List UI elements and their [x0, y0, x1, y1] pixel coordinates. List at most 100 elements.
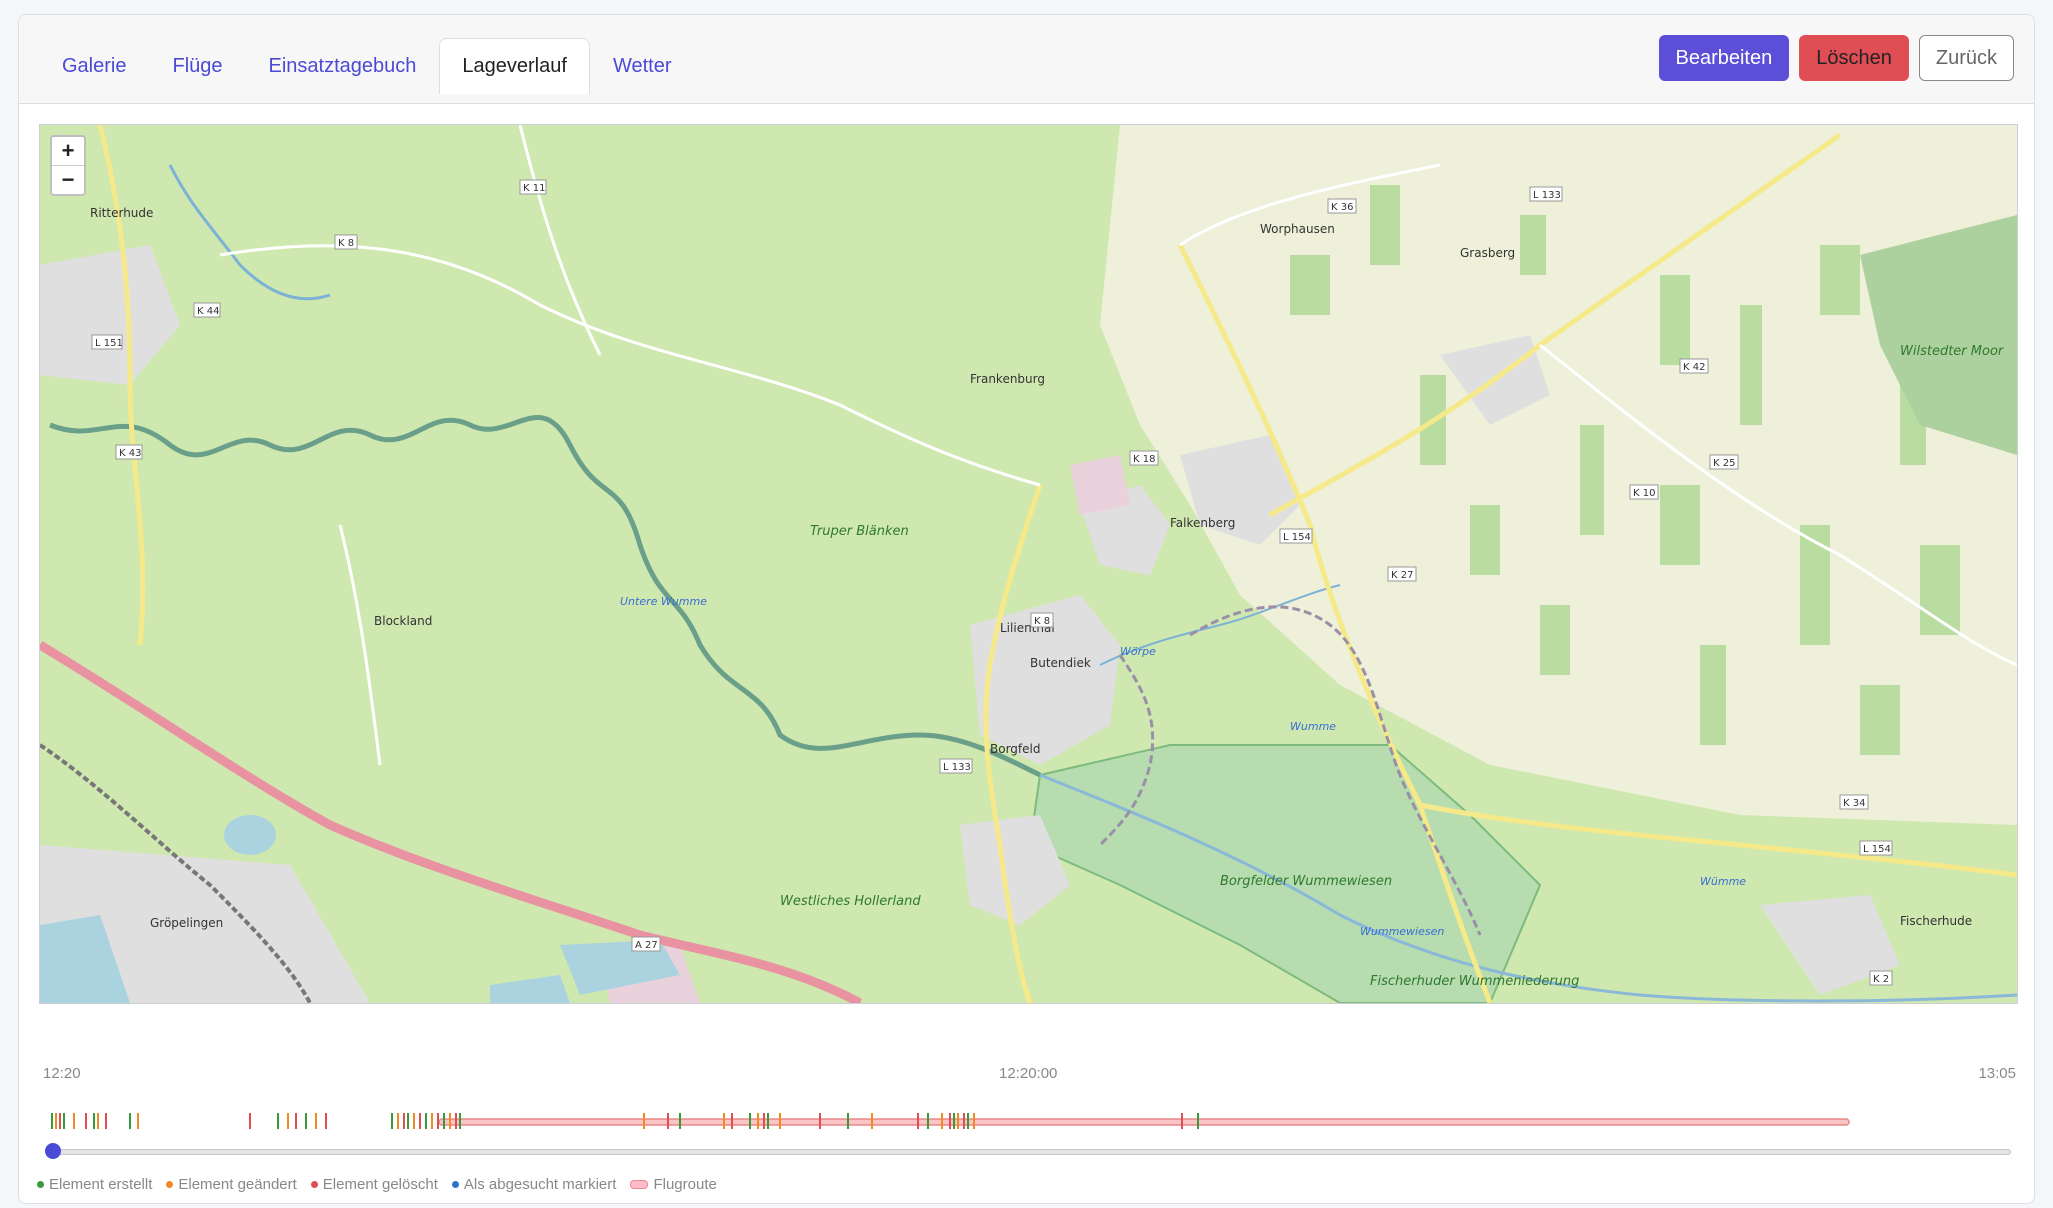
timeline-event-tick: [779, 1113, 781, 1129]
timeline-event-tick: [1197, 1113, 1199, 1129]
timeline-event-tick: [927, 1113, 929, 1129]
water-label: Wörpe: [1120, 645, 1156, 658]
timeline-event-tick: [757, 1113, 759, 1129]
timeline-event-tick: [407, 1113, 409, 1129]
timeline-event-tick: [97, 1113, 99, 1129]
orange-dot-icon: [166, 1181, 174, 1188]
area-label: Fischerhuder Wummeniederung: [1370, 974, 1579, 989]
water-label: Wumme: [1290, 720, 1336, 733]
timeline-slider[interactable]: [45, 1143, 2011, 1159]
timeline-event-tick: [917, 1113, 919, 1129]
red-dot-icon: [310, 1181, 318, 1188]
timeline-event-tick: [973, 1113, 975, 1129]
edit-button[interactable]: Bearbeiten: [1658, 35, 1790, 81]
timeline-event-tick: [767, 1113, 769, 1129]
svg-text:L 133: L 133: [943, 762, 971, 773]
timeline-event-tick: [249, 1113, 251, 1129]
place-label: Blockland: [374, 614, 432, 628]
green-dot-icon: [37, 1181, 44, 1188]
zoom-control: + −: [50, 135, 86, 196]
timeline-event-tick: [391, 1113, 393, 1129]
svg-text:L 154: L 154: [1863, 844, 1891, 855]
tab-galerie[interactable]: Galerie: [39, 38, 149, 93]
place-label: Ritterhude: [90, 206, 153, 220]
area-label: Truper Blänken: [810, 524, 909, 539]
legend: Element erstellt Element geändert Elemen…: [37, 1176, 717, 1193]
water-label: Wummewiesen: [1360, 925, 1444, 938]
timeline-event-tick: [437, 1113, 439, 1129]
action-buttons: Bearbeiten Löschen Zurück: [1658, 35, 2014, 81]
timeline-event-tick: [949, 1113, 951, 1129]
timeline-event-tick: [967, 1113, 969, 1129]
svg-text:K 36: K 36: [1331, 202, 1353, 213]
timeline-events: [51, 1113, 1850, 1129]
map-view[interactable]: + − Ritterhude Worphausen Grasberg Frank…: [39, 124, 2018, 1004]
timeline-event-tick: [325, 1113, 327, 1129]
timeline-event-tick: [51, 1113, 53, 1129]
timeline-event-tick: [731, 1113, 733, 1129]
timeline-event-tick: [55, 1113, 57, 1129]
timeline-event-tick: [85, 1113, 87, 1129]
timeline-end-label: 13:05: [1978, 1065, 2016, 1082]
svg-text:K 27: K 27: [1391, 570, 1413, 581]
timeline-event-tick: [749, 1113, 751, 1129]
timeline-event-tick: [419, 1113, 421, 1129]
svg-text:K 2: K 2: [1873, 974, 1889, 985]
tab-wetter[interactable]: Wetter: [590, 38, 695, 93]
water-label: Untere Wumme: [620, 595, 707, 608]
zoom-out-button[interactable]: −: [52, 165, 84, 194]
timeline: 12:20 12:20:00 13:05: [39, 1065, 2016, 1165]
svg-text:K 18: K 18: [1133, 454, 1155, 465]
legend-item-flight-route: Flugroute: [630, 1176, 717, 1193]
timeline-event-tick: [59, 1113, 61, 1129]
timeline-event-tick: [763, 1113, 765, 1129]
back-button[interactable]: Zurück: [1918, 35, 2014, 81]
svg-text:K 8: K 8: [1034, 616, 1050, 627]
timeline-event-tick: [73, 1113, 75, 1129]
timeline-event-tick: [941, 1113, 943, 1129]
timeline-event-tick: [871, 1113, 873, 1129]
svg-text:L 151: L 151: [95, 338, 123, 349]
blue-dot-icon: [451, 1181, 459, 1188]
svg-text:K 25: K 25: [1713, 458, 1735, 469]
timeline-event-tick: [679, 1113, 681, 1129]
delete-button[interactable]: Löschen: [1799, 35, 1909, 81]
timeline-event-tick: [277, 1113, 279, 1129]
svg-text:K 43: K 43: [119, 448, 141, 459]
place-label: Fischerhude: [1900, 914, 1972, 928]
timeline-event-tick: [953, 1113, 955, 1129]
svg-text:K 34: K 34: [1843, 798, 1865, 809]
svg-text:K 44: K 44: [197, 306, 219, 317]
timeline-event-tick: [105, 1113, 107, 1129]
place-label: Butendiek: [1030, 656, 1091, 670]
timeline-event-tick: [137, 1113, 139, 1129]
timeline-event-tick: [403, 1113, 405, 1129]
timeline-event-tick: [129, 1113, 131, 1129]
tab-bar: Galerie Flüge Einsatztagebuch Lageverlau…: [39, 25, 694, 103]
svg-text:K 8: K 8: [338, 238, 354, 249]
place-label: Grasberg: [1460, 246, 1515, 260]
area-label: Westliches Hollerland: [780, 894, 921, 909]
place-label: Borgfeld: [990, 742, 1040, 756]
zoom-in-button[interactable]: +: [52, 137, 84, 165]
place-label: Worphausen: [1260, 222, 1335, 236]
timeline-event-tick: [449, 1113, 451, 1129]
tab-einsatztagebuch[interactable]: Einsatztagebuch: [246, 38, 440, 93]
map-tiles: Ritterhude Worphausen Grasberg Frankenbu…: [40, 125, 2017, 1003]
timeline-slider-thumb[interactable]: [45, 1143, 61, 1159]
timeline-event-tick: [93, 1113, 95, 1129]
timeline-mid-label: 12:20:00: [999, 1065, 1058, 1082]
timeline-event-tick: [295, 1113, 297, 1129]
timeline-event-tick: [957, 1113, 959, 1129]
timeline-event-tick: [1181, 1113, 1183, 1129]
tab-fluege[interactable]: Flüge: [149, 38, 245, 93]
svg-text:L 154: L 154: [1283, 532, 1311, 543]
main-card: Galerie Flüge Einsatztagebuch Lageverlau…: [18, 14, 2035, 1204]
legend-item-searched: Als abgesucht markiert: [451, 1176, 616, 1193]
timeline-event-tick: [397, 1113, 399, 1129]
timeline-event-tick: [819, 1113, 821, 1129]
tab-lageverlauf[interactable]: Lageverlauf: [439, 38, 590, 94]
timeline-event-tick: [431, 1113, 433, 1129]
timeline-event-tick: [413, 1113, 415, 1129]
area-label: Wilstedter Moor: [1900, 344, 2005, 359]
